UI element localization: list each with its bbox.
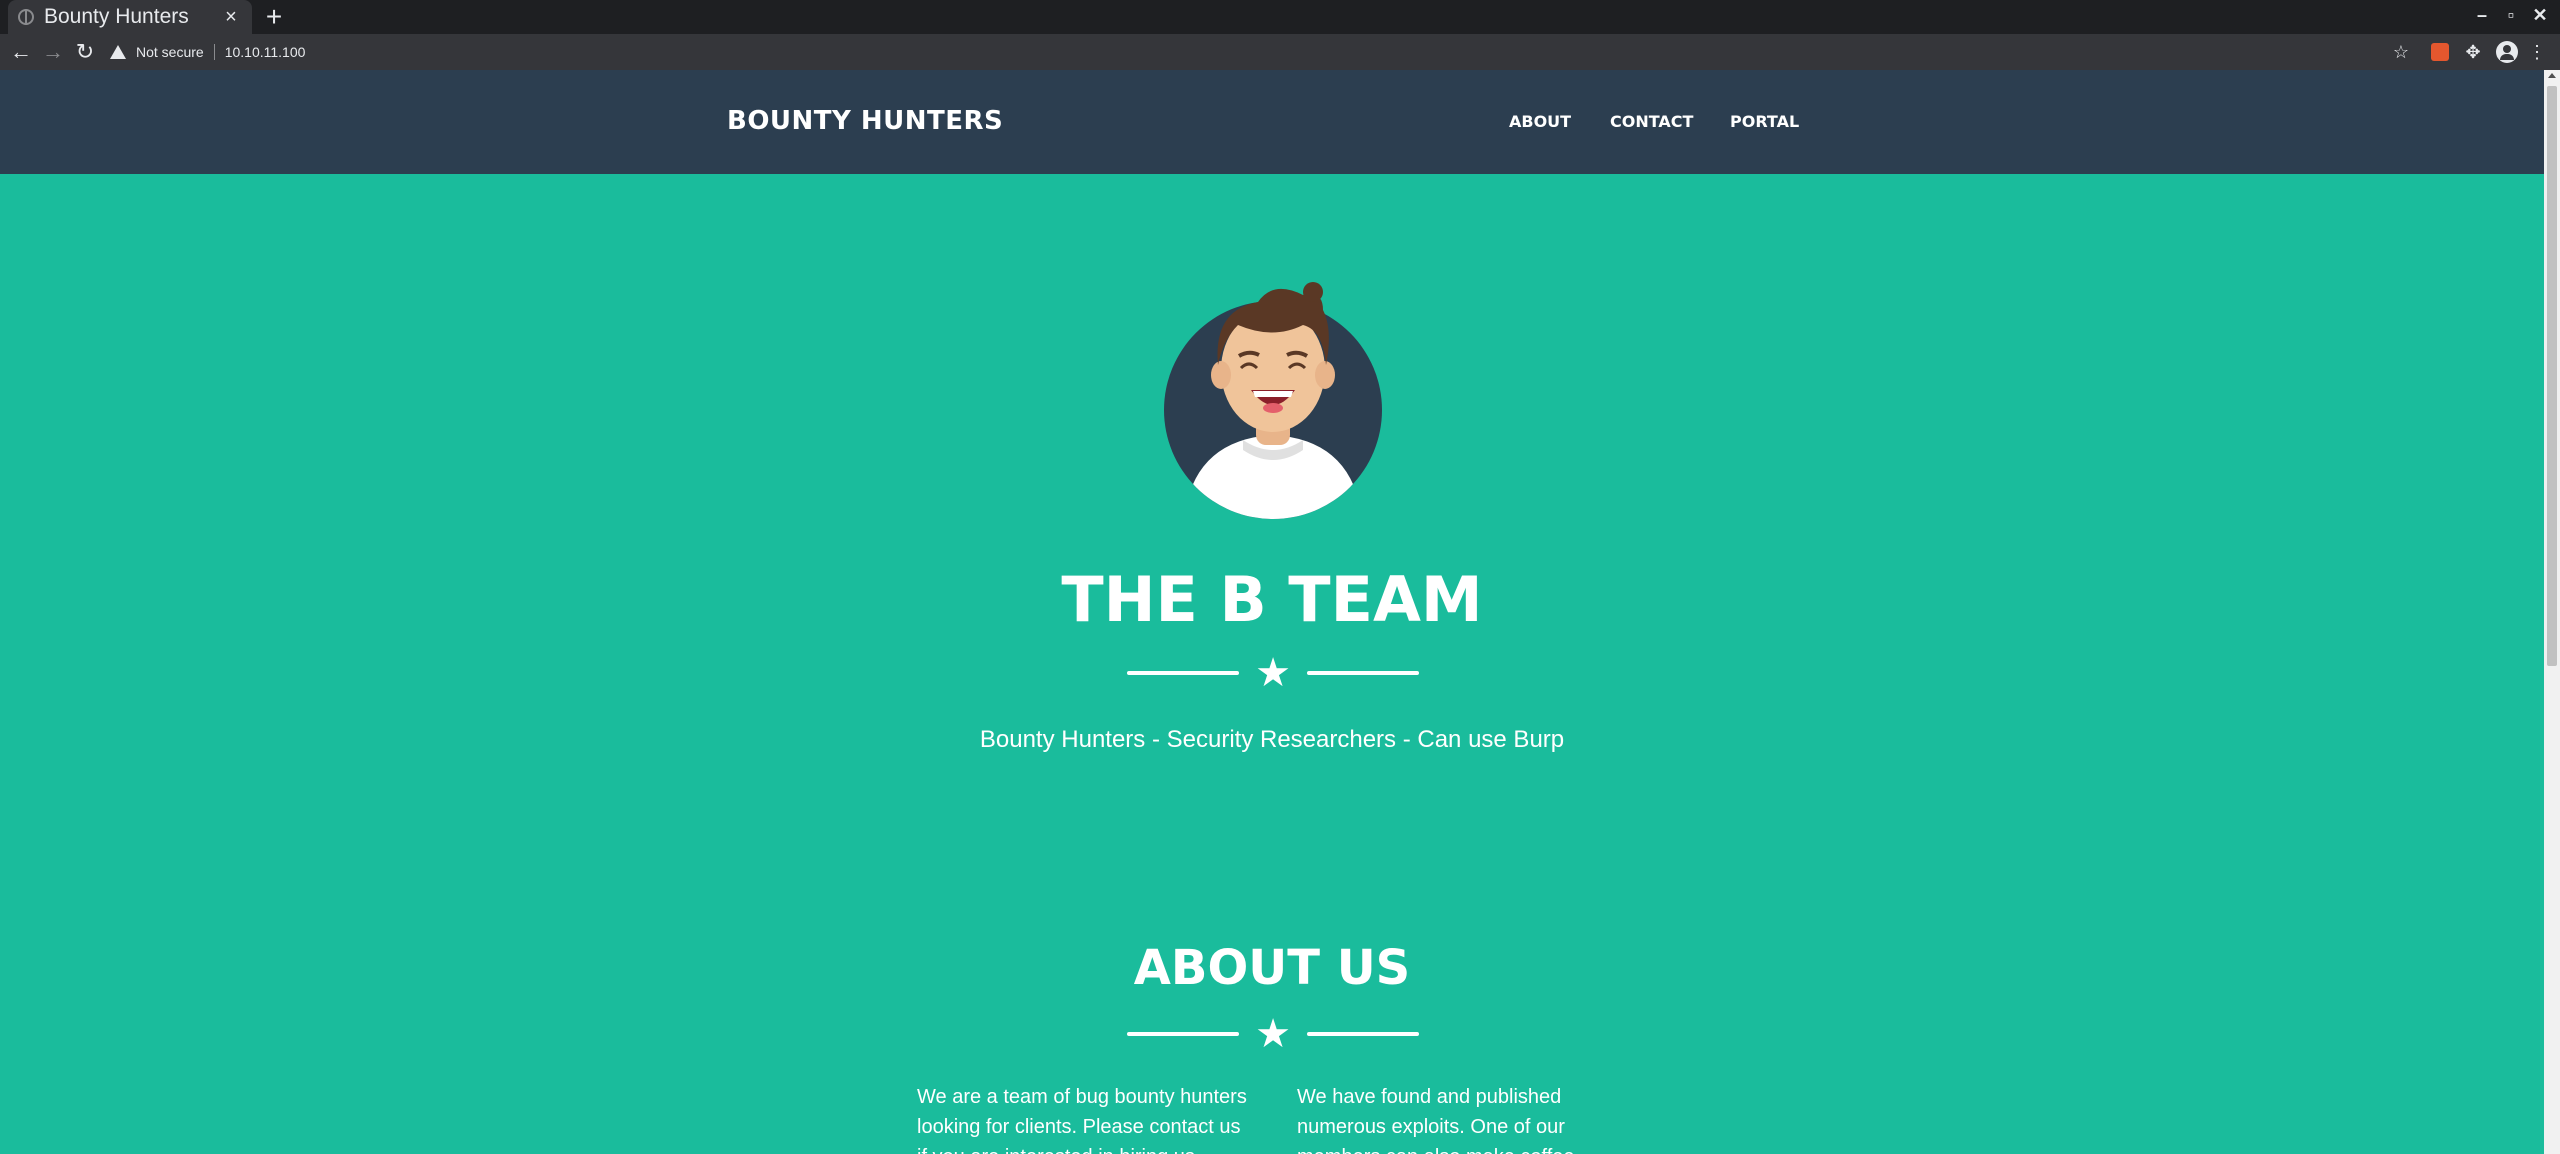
site-brand[interactable]: BOUNTY HUNTERS — [727, 106, 1003, 136]
bookmark-star-icon[interactable]: ☆ — [2391, 42, 2411, 62]
profile-icon[interactable] — [2496, 41, 2518, 63]
about-divider: ★ — [1127, 1014, 1419, 1054]
tab-title: Bounty Hunters — [44, 5, 189, 28]
page-viewport: BOUNTY HUNTERS ABOUT CONTACT PORTAL THE … — [0, 70, 2544, 1154]
browser-toolbar: ← → ↻ Not secure 10.10.11.100 ☆ ✥ ⋮ — [0, 34, 2560, 70]
scroll-up-arrow-icon[interactable] — [2548, 73, 2556, 78]
minimize-icon[interactable]: – — [2471, 5, 2493, 26]
nav-link-portal[interactable]: PORTAL — [1730, 112, 1799, 131]
about-column-left: We are a team of bug bounty hunters look… — [917, 1086, 1247, 1154]
divider-line-right — [1307, 1032, 1419, 1036]
masthead-subtitle: Bounty Hunters - Security Researchers - … — [979, 726, 1565, 753]
nav-link-about[interactable]: ABOUT — [1509, 112, 1571, 131]
reload-icon[interactable]: ↻ — [73, 40, 97, 64]
address-separator — [213, 44, 215, 60]
about-column-right: We have found and published numerous exp… — [1297, 1086, 1580, 1154]
about-title: ABOUT US — [1133, 940, 1411, 996]
site-navbar: BOUNTY HUNTERS ABOUT CONTACT PORTAL — [0, 70, 2544, 174]
address-bar[interactable]: Not secure 10.10.11.100 — [110, 37, 2410, 67]
scrollbar-thumb[interactable] — [2547, 86, 2557, 666]
divider-line-left — [1127, 1032, 1239, 1036]
puzzle-extensions-icon[interactable]: ✥ — [2463, 42, 2483, 62]
browser-tab-strip: Bounty Hunters × + – ▫ ✕ — [0, 0, 2560, 34]
warning-icon — [110, 45, 126, 59]
back-icon[interactable]: ← — [9, 40, 33, 64]
new-tab-button[interactable]: + — [260, 3, 288, 31]
star-icon: ★ — [1255, 651, 1291, 695]
menu-kebab-icon[interactable]: ⋮ — [2527, 42, 2547, 62]
divider-line-left — [1127, 671, 1239, 675]
extension-icon[interactable] — [2431, 43, 2449, 61]
masthead-title: THE B TEAM — [1061, 563, 1483, 636]
url-text[interactable]: 10.10.11.100 — [225, 44, 306, 60]
window-close-icon[interactable]: ✕ — [2529, 5, 2551, 26]
masthead-divider: ★ — [1127, 653, 1419, 693]
page-scrollbar[interactable] — [2544, 70, 2560, 1154]
forward-icon[interactable]: → — [41, 40, 65, 64]
star-icon: ★ — [1255, 1012, 1291, 1056]
maximize-icon[interactable]: ▫ — [2500, 5, 2522, 26]
globe-icon — [18, 9, 34, 25]
tab-close-icon[interactable]: × — [220, 6, 242, 29]
nav-link-contact[interactable]: CONTACT — [1610, 112, 1693, 131]
browser-tab[interactable]: Bounty Hunters × — [8, 0, 252, 34]
divider-line-right — [1307, 671, 1419, 675]
avatar-illustration — [1164, 282, 1382, 519]
security-label[interactable]: Not secure — [136, 44, 204, 60]
